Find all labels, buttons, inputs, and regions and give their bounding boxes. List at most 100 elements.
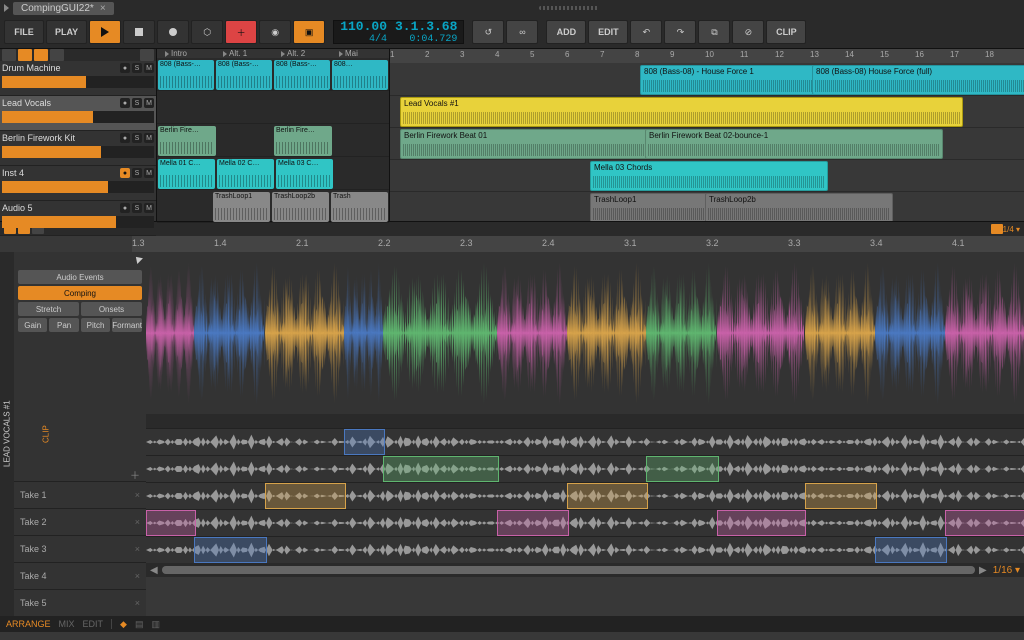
- scene-header[interactable]: Alt. 1: [215, 49, 273, 58]
- take-label[interactable]: Take 4×: [14, 562, 146, 589]
- show-clips-icon[interactable]: [18, 49, 32, 61]
- arrange-view[interactable]: ARRANGE: [6, 619, 51, 629]
- window-drag[interactable]: [118, 6, 1020, 10]
- tab-onsets[interactable]: Onsets: [81, 302, 142, 316]
- tab-gain[interactable]: Gain: [18, 318, 47, 332]
- play-button[interactable]: [89, 20, 121, 44]
- arranger-timeline[interactable]: 123456789101112131415161718 808 (Bass-08…: [390, 49, 1024, 221]
- clip-slot[interactable]: 808…: [332, 60, 388, 90]
- take-selection[interactable]: [805, 483, 877, 509]
- transport-display[interactable]: 110.00 4/4 3.1.3.68 0:04.729: [333, 20, 464, 44]
- clip-slot[interactable]: TrashLoop1: [213, 192, 270, 222]
- show-fx-icon[interactable]: [34, 49, 48, 61]
- comp-segment[interactable]: [567, 252, 646, 414]
- edit-menu[interactable]: EDIT: [588, 20, 628, 44]
- clip-slot[interactable]: Berlin Fire…: [274, 126, 332, 156]
- arranger-clip[interactable]: Berlin Firework Beat 01: [400, 129, 648, 159]
- comp-segment[interactable]: [383, 252, 497, 414]
- volume-fader[interactable]: [2, 76, 154, 88]
- comp-segment[interactable]: [805, 252, 875, 414]
- mute-button[interactable]: M: [144, 98, 154, 108]
- automation-write[interactable]: ⬡: [191, 20, 223, 44]
- take-selection[interactable]: [567, 483, 648, 509]
- mute-button[interactable]: M: [144, 63, 154, 73]
- punch-icon[interactable]: ▣: [293, 20, 325, 44]
- comp-segment[interactable]: [146, 252, 194, 414]
- empty-slot[interactable]: [332, 93, 388, 121]
- add-take-icon[interactable]: ＋: [14, 467, 146, 481]
- tab-formant[interactable]: Formant: [112, 318, 142, 332]
- empty-slot[interactable]: [158, 192, 211, 220]
- arranger-ruler[interactable]: 123456789101112131415161718: [390, 49, 1024, 63]
- take-selection[interactable]: [717, 510, 807, 536]
- empty-slot[interactable]: [274, 93, 330, 121]
- redo-icon[interactable]: ↷: [664, 20, 696, 44]
- clip-slot[interactable]: Mella 03 C…: [276, 159, 333, 189]
- remove-take-icon[interactable]: ×: [135, 490, 140, 500]
- clip-slot[interactable]: Mella 01 C…: [158, 159, 215, 189]
- take-selection[interactable]: [344, 429, 386, 455]
- record-arm[interactable]: ●: [120, 98, 130, 108]
- solo-button[interactable]: S: [132, 203, 142, 213]
- record-arm[interactable]: ●: [120, 168, 130, 178]
- add-button-plus[interactable]: ＋: [225, 20, 257, 44]
- clip-zoom[interactable]: 1/16 ▾: [993, 565, 1020, 576]
- link-icon[interactable]: ∞: [506, 20, 538, 44]
- chevron-left-icon[interactable]: ◀: [150, 565, 158, 576]
- arranger-clip[interactable]: 808 (Bass-08) - House Force 1: [640, 65, 818, 95]
- take-lane[interactable]: [146, 455, 1024, 482]
- record-button[interactable]: [157, 20, 189, 44]
- record-arm[interactable]: ●: [120, 133, 130, 143]
- take-label[interactable]: Take 1×: [14, 481, 146, 508]
- take-selection[interactable]: [265, 483, 346, 509]
- arranger-lane[interactable]: 808 (Bass-08) - House Force 1808 (Bass-0…: [390, 63, 1024, 96]
- solo-button[interactable]: S: [132, 98, 142, 108]
- undo-icon[interactable]: ↶: [630, 20, 662, 44]
- app-menu-icon[interactable]: [4, 4, 9, 12]
- comp-segment[interactable]: [945, 252, 1024, 414]
- track-row[interactable]: Lead Vocals ● S M: [0, 96, 156, 131]
- tab-clip[interactable]: CLIP: [42, 425, 51, 443]
- clip-slot[interactable]: 808 (Bass-…: [216, 60, 272, 90]
- metronome-icon[interactable]: ◉: [259, 20, 291, 44]
- track-row[interactable]: Inst 4 ● S M: [0, 166, 156, 201]
- add-menu[interactable]: ADD: [546, 20, 586, 44]
- arranger-lane[interactable]: Lead Vocals #1: [390, 95, 1024, 128]
- take-label[interactable]: Take 3×: [14, 535, 146, 562]
- take-selection[interactable]: [497, 510, 569, 536]
- scene-header[interactable]: Intro: [157, 49, 215, 58]
- take-lane[interactable]: [146, 428, 1024, 455]
- tempo-value[interactable]: 110.00: [340, 19, 387, 34]
- empty-slot[interactable]: [216, 93, 272, 121]
- arranger-zoom[interactable]: 1/4 ▾: [1003, 225, 1020, 234]
- volume-fader[interactable]: [2, 216, 154, 228]
- clip-slot[interactable]: 808 (Bass-…: [274, 60, 330, 90]
- mute-button[interactable]: M: [144, 133, 154, 143]
- clip-slot[interactable]: 808 (Bass-…: [158, 60, 214, 90]
- arranger-lanes[interactable]: 808 (Bass-08) - House Force 1808 (Bass-0…: [390, 63, 1024, 221]
- loop-icon[interactable]: ↺: [472, 20, 504, 44]
- take-lane[interactable]: [146, 536, 1024, 563]
- close-tab-icon[interactable]: ×: [100, 3, 106, 14]
- edit-view[interactable]: EDIT: [83, 619, 104, 629]
- clip-slot[interactable]: TrashLoop2b: [272, 192, 329, 222]
- duplicate-icon[interactable]: ⧉: [698, 20, 730, 44]
- arranger-clip[interactable]: TrashLoop2b: [705, 193, 893, 221]
- clip-ruler[interactable]: 1.31.42.12.22.32.43.13.23.33.44.1: [132, 236, 1024, 252]
- remove-take-icon[interactable]: ×: [135, 544, 140, 554]
- arranger-clip[interactable]: Lead Vocals #1: [400, 97, 963, 127]
- take-label[interactable]: Take 5×: [14, 589, 146, 616]
- solo-button[interactable]: S: [132, 168, 142, 178]
- take-selection[interactable]: [194, 537, 266, 563]
- comp-segment[interactable]: [265, 252, 344, 414]
- arranger-lane[interactable]: Mella 03 Chords: [390, 159, 1024, 192]
- show-auto-icon[interactable]: [50, 49, 64, 61]
- clip-menu[interactable]: CLIP: [766, 20, 806, 44]
- volume-fader[interactable]: [2, 111, 154, 123]
- clip-slot[interactable]: Trash: [331, 192, 388, 222]
- empty-slot[interactable]: [218, 126, 272, 154]
- clip-slot[interactable]: Mella 02 C…: [217, 159, 274, 189]
- solo-button[interactable]: S: [132, 133, 142, 143]
- timesig-value[interactable]: 4/4: [369, 34, 387, 45]
- scene-header[interactable]: Mai: [331, 49, 389, 58]
